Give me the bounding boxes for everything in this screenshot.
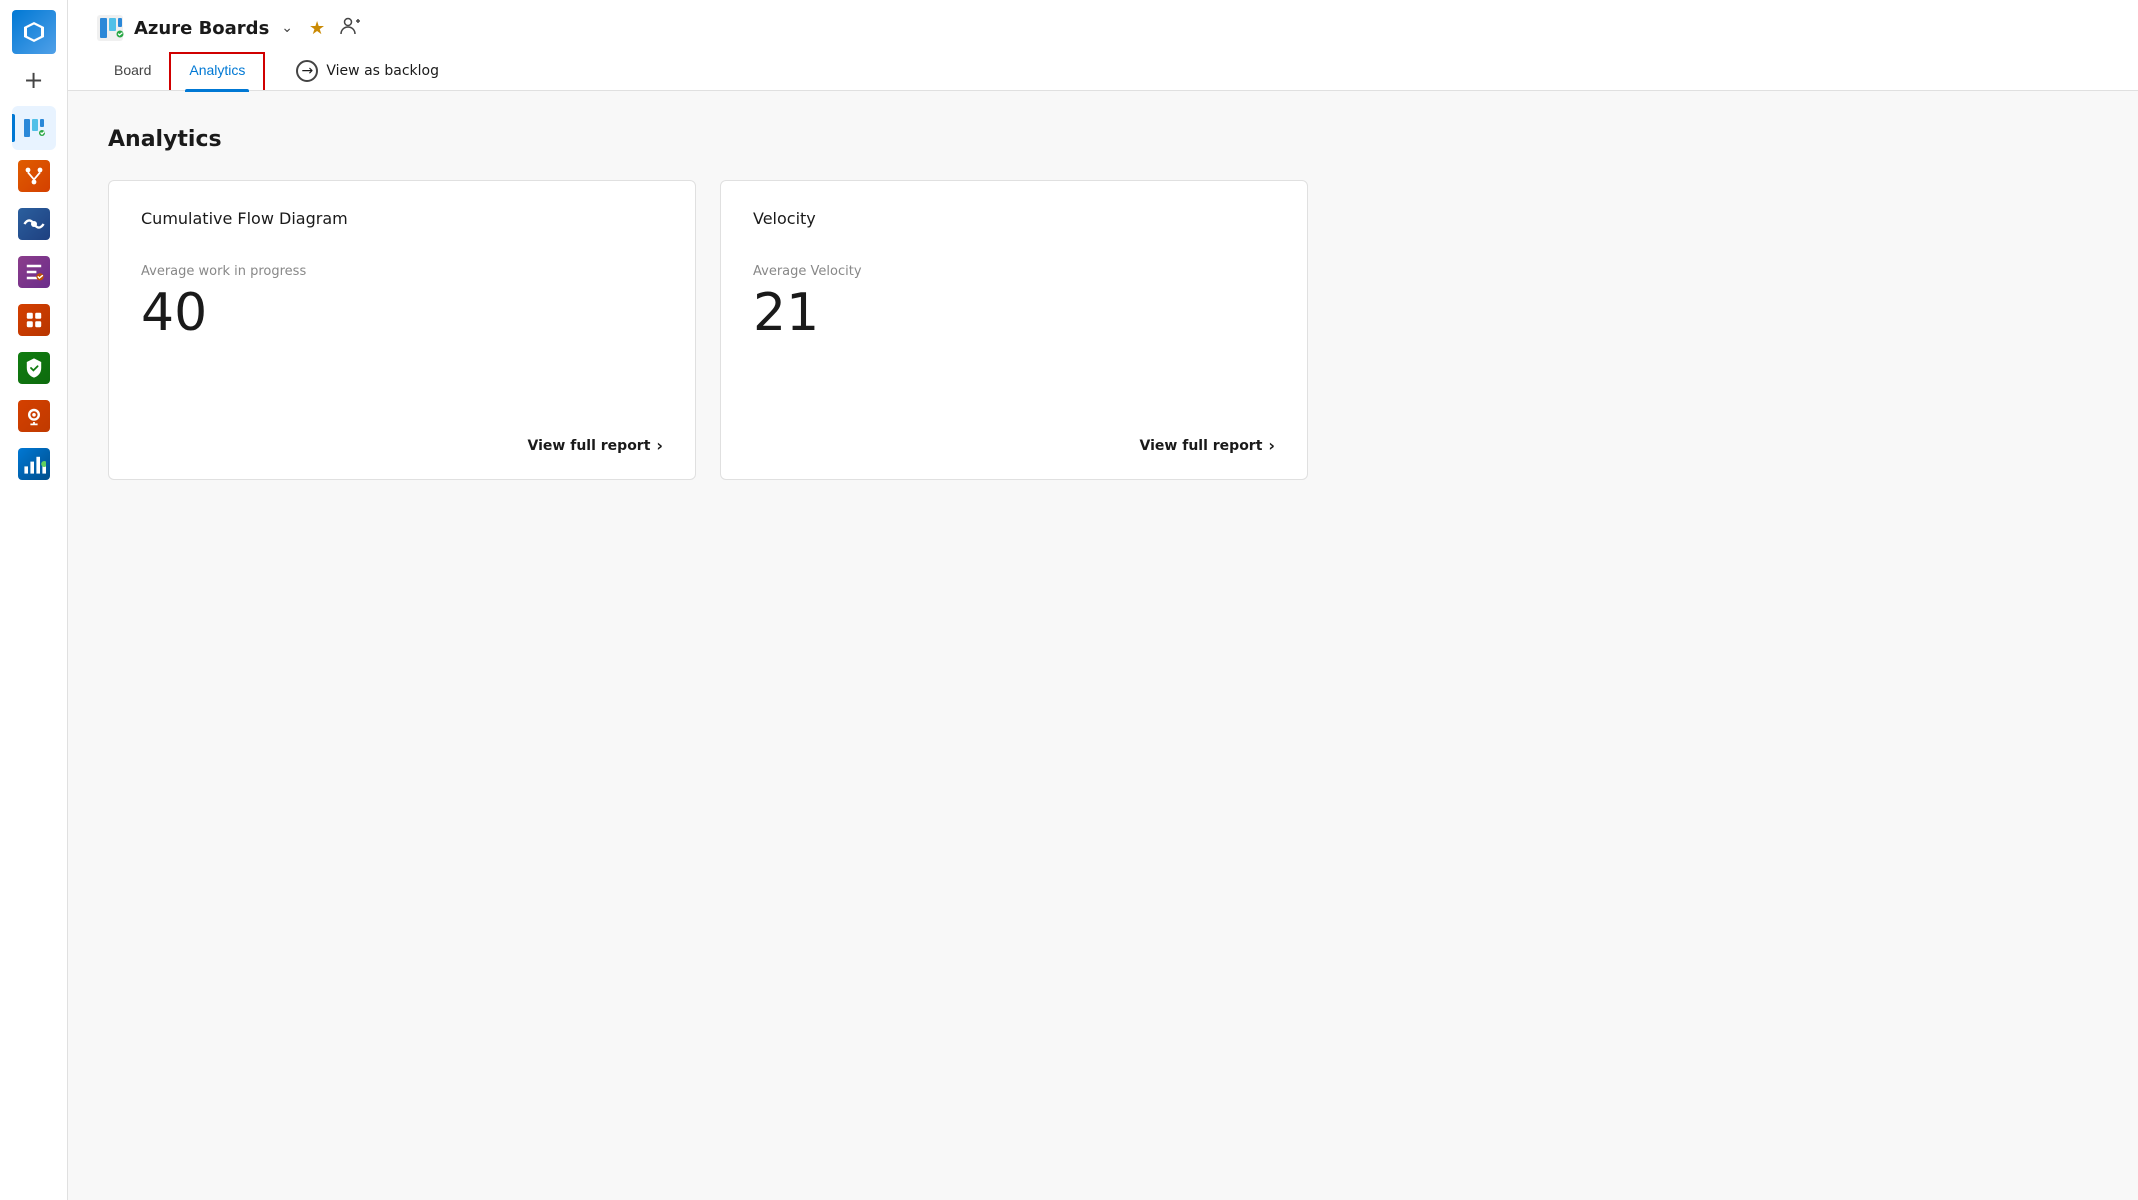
view-as-backlog-link[interactable]: → View as backlog	[282, 52, 453, 90]
nav-divider	[273, 61, 274, 81]
velocity-view-full-report[interactable]: View full report ›	[753, 436, 1275, 455]
testplans-icon[interactable]	[12, 250, 56, 294]
view-full-report-chevron-2: ›	[1268, 436, 1275, 455]
velocity-metric-value: 21	[753, 287, 1275, 412]
page-title: Analytics	[108, 127, 2098, 152]
main-content: Azure Boards ⌄ ★ Board Analytics → View …	[68, 0, 2138, 1200]
cumulative-flow-view-full-report[interactable]: View full report ›	[141, 436, 663, 455]
page-content: Analytics Cumulative Flow Diagram Averag…	[68, 91, 2138, 516]
header-title: Azure Boards	[134, 18, 269, 39]
header-top: Azure Boards ⌄ ★	[96, 14, 2110, 42]
add-icon[interactable]: +	[12, 58, 56, 102]
view-as-backlog-icon: →	[296, 60, 318, 82]
boards-icon[interactable]	[12, 106, 56, 150]
azure-boards-header-icon	[96, 14, 124, 42]
cumulative-flow-title: Cumulative Flow Diagram	[141, 209, 663, 228]
view-full-report-chevron-1: ›	[656, 436, 663, 455]
cumulative-flow-metric-label: Average work in progress	[141, 264, 663, 279]
tab-analytics[interactable]: Analytics	[169, 52, 265, 90]
repos-icon[interactable]	[12, 154, 56, 198]
security-icon[interactable]	[12, 346, 56, 390]
velocity-title: Velocity	[753, 209, 1275, 228]
velocity-metric-label: Average Velocity	[753, 264, 1275, 279]
view-full-report-label-2: View full report	[1140, 438, 1263, 454]
view-as-backlog-label: View as backlog	[326, 63, 439, 79]
sidebar: +	[0, 0, 68, 1200]
analytics-sidebar-icon[interactable]	[12, 442, 56, 486]
velocity-card[interactable]: Velocity Average Velocity 21 View full r…	[720, 180, 1308, 480]
artifacts-icon[interactable]	[12, 298, 56, 342]
cards-grid: Cumulative Flow Diagram Average work in …	[108, 180, 1308, 480]
header-chevron-icon[interactable]: ⌄	[281, 20, 293, 36]
azure-devops-icon[interactable]	[12, 10, 56, 54]
cumulative-flow-metric-value: 40	[141, 287, 663, 412]
tab-board[interactable]: Board	[96, 54, 169, 88]
cumulative-flow-card[interactable]: Cumulative Flow Diagram Average work in …	[108, 180, 696, 480]
monitor-icon[interactable]	[12, 394, 56, 438]
view-full-report-label-1: View full report	[528, 438, 651, 454]
pipelines-icon[interactable]	[12, 202, 56, 246]
header: Azure Boards ⌄ ★ Board Analytics → View …	[68, 0, 2138, 91]
header-person-icon[interactable]	[339, 15, 361, 42]
header-star-icon[interactable]: ★	[309, 18, 325, 39]
nav-tabs: Board Analytics → View as backlog	[96, 52, 2110, 90]
